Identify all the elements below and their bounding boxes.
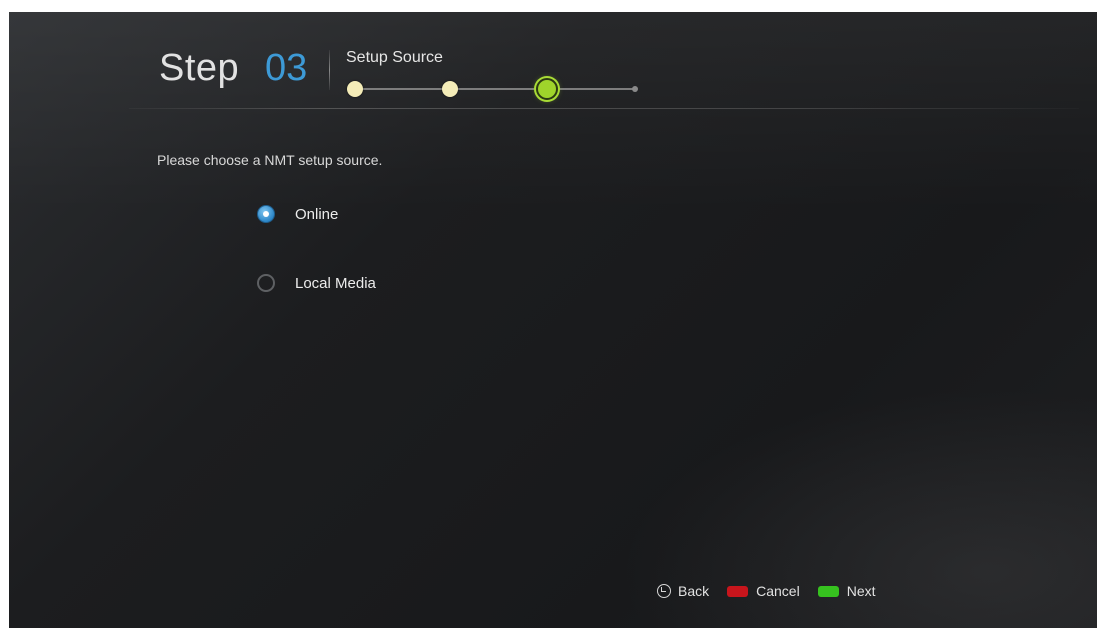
progress-step-1-completed — [347, 81, 363, 97]
next-button[interactable]: Next — [817, 583, 876, 599]
instruction-text: Please choose a NMT setup source. — [157, 152, 383, 168]
green-key-icon — [817, 585, 839, 597]
radio-unselected-icon[interactable] — [257, 274, 275, 292]
step-label: Step — [159, 47, 240, 89]
step-title: Setup Source — [346, 49, 443, 66]
radio-selected-icon[interactable] — [257, 205, 275, 223]
progress-step-2-completed — [442, 81, 458, 97]
back-button[interactable]: Back — [657, 583, 709, 599]
footer-key-hints: Back Cancel Next — [657, 580, 876, 602]
option-online[interactable]: Online — [257, 202, 338, 226]
setup-wizard-screen: Step 03 Setup Source Please choose a NMT… — [9, 12, 1097, 628]
next-label: Next — [846, 583, 876, 599]
wizard-header: Step 03 Setup Source — [9, 12, 1097, 110]
header-separator — [129, 108, 1079, 109]
header-divider — [329, 50, 330, 90]
red-key-icon — [727, 585, 749, 597]
progress-step-4-pending — [632, 86, 638, 92]
progress-track — [353, 88, 635, 90]
progress-step-3-current — [536, 78, 558, 100]
step-number: 03 — [265, 47, 308, 89]
cancel-label: Cancel — [756, 583, 800, 599]
back-icon — [657, 584, 671, 598]
option-local-media[interactable]: Local Media — [257, 271, 376, 295]
option-local-media-label: Local Media — [295, 274, 376, 292]
back-label: Back — [678, 583, 710, 599]
option-online-label: Online — [295, 205, 339, 223]
cancel-button[interactable]: Cancel — [727, 583, 800, 599]
step-progress-indicator — [339, 74, 659, 104]
